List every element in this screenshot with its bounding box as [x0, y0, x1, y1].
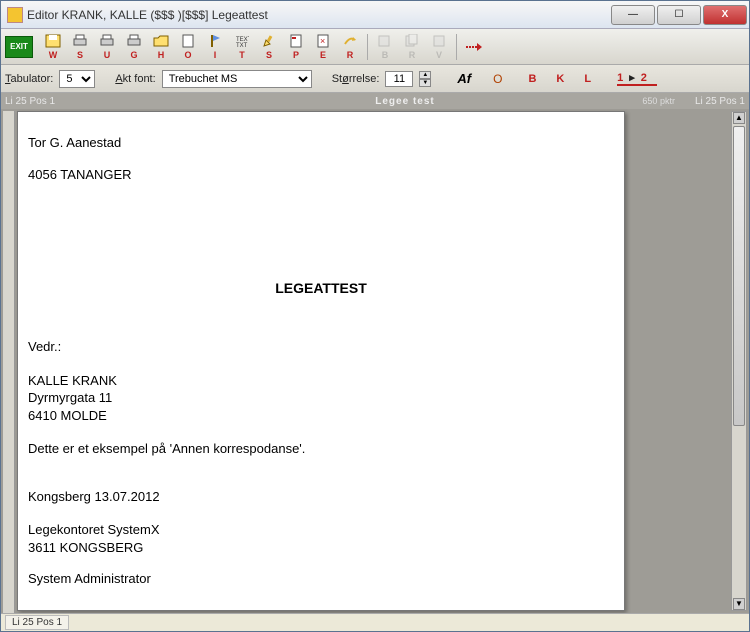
vertical-ruler	[3, 111, 15, 613]
spin-down-icon[interactable]: ▼	[419, 79, 431, 87]
toolbar-btn-i[interactable]: I	[202, 31, 228, 63]
app-icon	[7, 7, 23, 23]
status-bar: Li 25 Pos 1	[1, 613, 749, 631]
svg-text:TXT: TXT	[236, 43, 248, 48]
paste-icon	[430, 33, 448, 49]
scroll-down-icon[interactable]: ▼	[733, 598, 745, 610]
pktr-label: 650 pktr	[642, 96, 675, 106]
format-toolbar: Tabulator: 5 Akt font: Trebuchet MS Stør…	[1, 65, 749, 93]
toolbar-btn-p[interactable]: P	[283, 31, 309, 63]
exit-button[interactable]: EXIT	[5, 36, 33, 58]
main-toolbar: EXIT W S U G H O I TEXTTXTT S P ×E R B R…	[1, 29, 749, 65]
toolbar-btn-e[interactable]: ×E	[310, 31, 336, 63]
arrow-icon	[341, 33, 359, 49]
toolbar-btn-r[interactable]: R	[337, 31, 363, 63]
toolbar-btn-s2[interactable]: S	[256, 31, 282, 63]
toolbar-btn-undo[interactable]: B	[372, 31, 398, 63]
recipient-block: Tor G. Aanestad 4056 TANANGER	[28, 134, 614, 183]
recipient-name: Tor G. Aanestad	[28, 134, 614, 152]
size-label: Størrelse:	[332, 73, 380, 85]
undo-icon	[376, 33, 394, 49]
caret-pos-right: Li 25 Pos 1	[695, 96, 745, 107]
caret-pos-left: Li 25 Pos 1	[5, 96, 205, 107]
patient-name: KALLE KRANK	[28, 372, 614, 390]
scroll-up-icon[interactable]: ▲	[733, 112, 745, 124]
toolbar-btn-h[interactable]: H	[148, 31, 174, 63]
spin-up-icon[interactable]: ▲	[419, 71, 431, 79]
page-icon	[287, 33, 305, 49]
scroll-thumb[interactable]	[733, 126, 745, 426]
recipient-post: 4056 TANANGER	[28, 166, 614, 184]
k-button[interactable]: K	[556, 73, 564, 85]
patient-addr: Dyrmyrgata 11	[28, 389, 614, 407]
b-button[interactable]: B	[528, 73, 536, 85]
body-text: Dette er et eksempel på 'Annen korrespod…	[28, 440, 614, 458]
size-spinner[interactable]: ▲▼	[419, 71, 431, 87]
toolbar-separator	[367, 34, 368, 60]
doc-name-status: Legee test	[205, 96, 605, 107]
editor-window: Editor KRANK, KALLE ($$$ )[$$$] Legeatte…	[0, 0, 750, 632]
tabulator-label: Tabulator:	[5, 73, 53, 85]
toolbar-btn-copy[interactable]: R	[399, 31, 425, 63]
toolbar-btn-u[interactable]: U	[94, 31, 120, 63]
save-icon	[44, 33, 62, 49]
window-title: Editor KRANK, KALLE ($$$ )[$$$] Legeatte…	[27, 8, 611, 22]
maximize-button[interactable]: ☐	[657, 5, 701, 25]
vedr-label: Vedr.:	[28, 338, 614, 356]
line-spacing-button[interactable]: 1▸2	[617, 71, 657, 86]
toolbar-btn-s[interactable]: S	[67, 31, 93, 63]
text-icon: TEXTTXT	[233, 33, 251, 49]
print3-icon	[125, 33, 143, 49]
window-buttons: — ☐ X	[611, 5, 747, 25]
tabulator-select[interactable]: 5	[59, 70, 95, 88]
vertical-scrollbar[interactable]: ▲ ▼	[731, 111, 747, 611]
af-button[interactable]: Af	[457, 71, 471, 86]
document-page[interactable]: Tor G. Aanestad 4056 TANANGER LEGEATTEST…	[17, 111, 625, 611]
office-post: 3611 KONGSBERG	[28, 539, 614, 557]
toolbar-btn-t[interactable]: TEXTTXTT	[229, 31, 255, 63]
toolbar-btn-w[interactable]: W	[40, 31, 66, 63]
close-button[interactable]: X	[703, 5, 747, 25]
document-icon	[179, 33, 197, 49]
folder-icon	[152, 33, 170, 49]
ruler-status: Li 25 Pos 1 Legee test 650 pktr Li 25 Pos…	[1, 93, 749, 109]
print-icon	[71, 33, 89, 49]
toolbar-btn-o[interactable]: O	[175, 31, 201, 63]
o-button[interactable]: O	[493, 72, 502, 86]
font-label: Akt font:	[115, 73, 155, 85]
copy-icon	[403, 33, 421, 49]
next-icon	[465, 39, 483, 55]
toolbar-btn-next[interactable]	[461, 31, 487, 63]
page-x-icon: ×	[314, 33, 332, 49]
workspace: Tor G. Aanestad 4056 TANANGER LEGEATTEST…	[1, 109, 749, 613]
flag-icon	[206, 33, 224, 49]
minimize-button[interactable]: —	[611, 5, 655, 25]
toolbar-btn-g[interactable]: G	[121, 31, 147, 63]
titlebar: Editor KRANK, KALLE ($$$ )[$$$] Legeatte…	[1, 1, 749, 29]
signer: System Administrator	[28, 570, 614, 588]
patient-block: KALLE KRANK Dyrmyrgata 11 6410 MOLDE	[28, 372, 614, 425]
office-block: Legekontoret SystemX 3611 KONGSBERG	[28, 521, 614, 556]
doc-title: LEGEATTEST	[28, 279, 614, 298]
pencil-icon	[260, 33, 278, 49]
toolbar-btn-paste[interactable]: V	[426, 31, 452, 63]
toolbar-separator-2	[456, 34, 457, 60]
status-pos: Li 25 Pos 1	[5, 615, 69, 630]
font-select[interactable]: Trebuchet MS	[162, 70, 312, 88]
l-button[interactable]: L	[584, 73, 591, 85]
size-input[interactable]	[385, 71, 413, 87]
svg-text:×: ×	[320, 36, 325, 46]
place-date: Kongsberg 13.07.2012	[28, 488, 614, 506]
office-name: Legekontoret SystemX	[28, 521, 614, 539]
patient-post: 6410 MOLDE	[28, 407, 614, 425]
print2-icon	[98, 33, 116, 49]
